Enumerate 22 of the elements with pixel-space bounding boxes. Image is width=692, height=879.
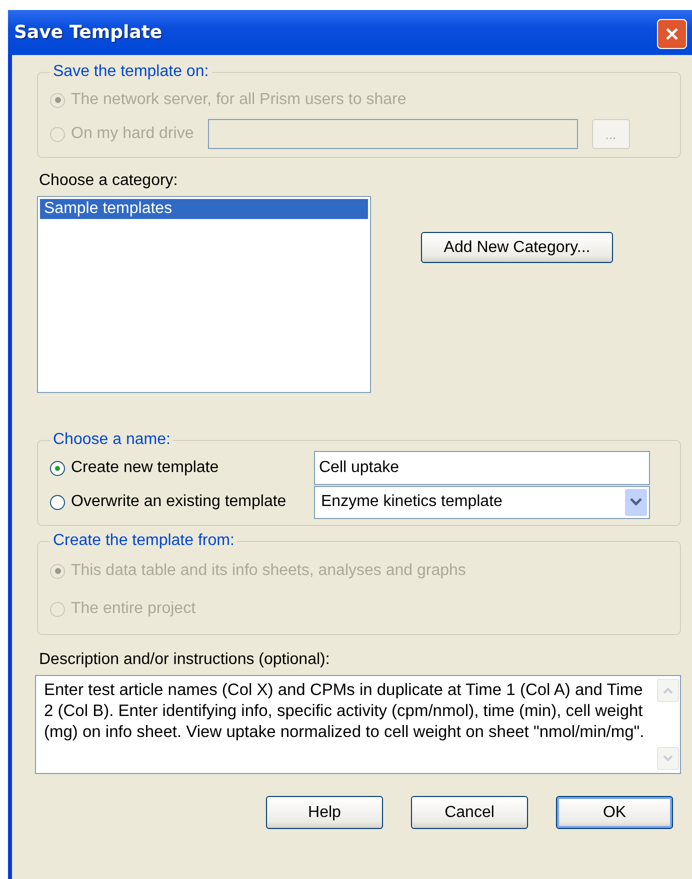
close-icon — [664, 26, 680, 42]
chevron-up-icon — [663, 687, 673, 694]
dialog-button[interactable]: Cancel — [411, 796, 528, 829]
group-title: Choose a name: — [52, 431, 172, 449]
chevron-down-icon — [663, 755, 673, 762]
group-title: Save the template on: — [52, 63, 210, 81]
template-dropdown[interactable]: Enzyme kinetics template — [314, 486, 650, 518]
category-label: Choose a category: — [39, 172, 179, 190]
chevron-down-icon — [630, 498, 642, 506]
radio-option[interactable]: Overwrite an existing template — [50, 493, 302, 511]
description-label: Description and/or instructions (optional): — [39, 651, 331, 669]
name-field[interactable]: Cell uptake — [314, 451, 650, 485]
window-title: Save Template — [14, 22, 162, 43]
scroll-bar[interactable] — [656, 676, 680, 773]
dialog-button[interactable]: Help — [266, 796, 383, 829]
list-item[interactable]: Sample templates — [40, 199, 368, 219]
radio-option[interactable]: Create new template — [50, 459, 302, 477]
close-button[interactable] — [657, 19, 687, 49]
description-field[interactable]: Enter test article names (Col X) and CPMs in duplicate at Time 1 (Col A) and Time 2 (Col B). Enter identifying info, specific activity (cpm/nmol), time (min), cell weight (mg) on info sheet. View uptake normalized to cell weight on sheet "nmol/min/mg". — [35, 675, 681, 774]
dialog-button[interactable]: OK — [556, 796, 673, 829]
group-title: Create the template from: — [52, 532, 236, 550]
add-category-button[interactable]: Add New Category... — [421, 232, 613, 263]
